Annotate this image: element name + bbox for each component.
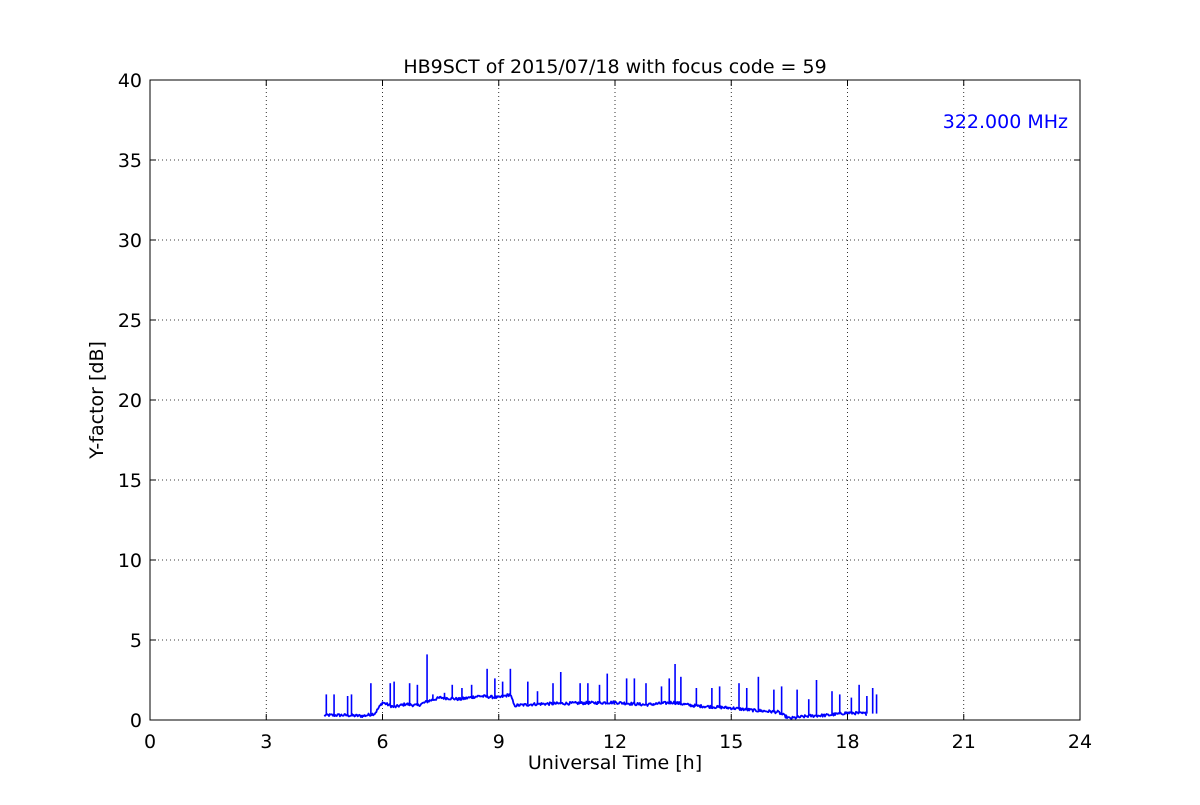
x-tick-label: 0: [144, 731, 156, 753]
y-tick-label: 15: [118, 470, 142, 492]
x-tick-label: 18: [835, 731, 859, 753]
x-tick-label: 6: [376, 731, 388, 753]
x-tick-label: 21: [952, 731, 976, 753]
y-tick-label: 25: [118, 310, 142, 332]
chart: 0 3 6 9 12 15 18 21 24 0 5 10 15 20 25 30 35 40 HB9SCT o…: [0, 0, 1200, 800]
frequency-annotation: 322.000 MHz: [943, 111, 1068, 133]
x-tick-label: 24: [1068, 731, 1092, 753]
y-tick-label: 30: [118, 230, 142, 252]
y-tick-label: 35: [118, 150, 142, 172]
y-tick-label: 40: [118, 70, 142, 92]
y-axis-label: Y-factor [dB]: [86, 341, 108, 460]
x-axis-label: Universal Time [h]: [528, 752, 702, 774]
x-tick-label: 9: [493, 731, 505, 753]
y-tick-label: 0: [130, 710, 142, 732]
x-tick-label: 3: [260, 731, 272, 753]
y-tick-label: 5: [130, 630, 142, 652]
x-tick-label: 12: [603, 731, 627, 753]
x-tick-label: 15: [719, 731, 743, 753]
y-tick-label: 10: [118, 550, 142, 572]
chart-title: HB9SCT of 2015/07/18 with focus code = 5…: [403, 56, 826, 78]
y-tick-label: 20: [118, 390, 142, 412]
